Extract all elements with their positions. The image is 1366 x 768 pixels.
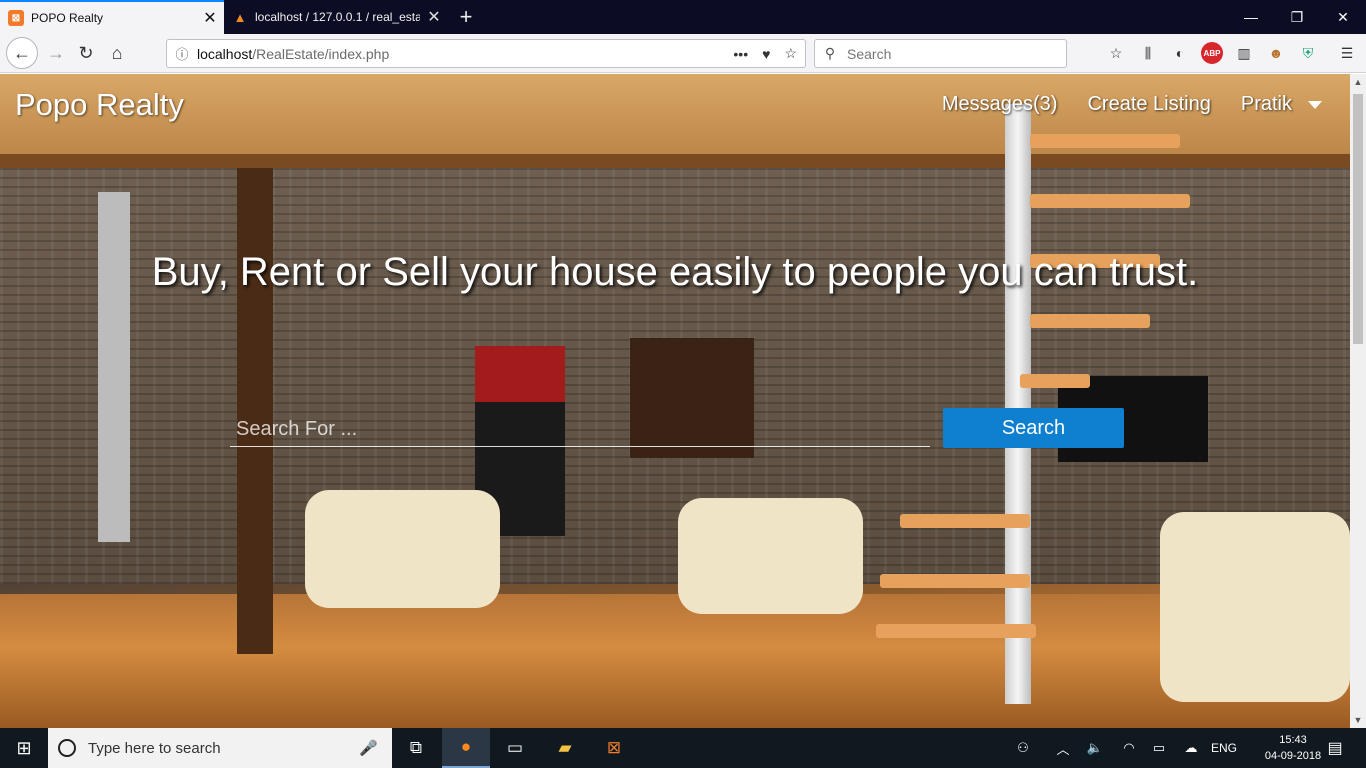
pocket-icon[interactable]: ♥ (762, 46, 770, 62)
close-window-button[interactable]: ✕ (1320, 0, 1366, 34)
nav-messages[interactable]: Messages(3) (942, 93, 1058, 116)
search-bar[interactable]: ⚲ (814, 39, 1067, 68)
extension-monkey-icon[interactable]: ☻ (1265, 42, 1287, 64)
property-search-input[interactable] (230, 413, 930, 447)
background-armchair (678, 498, 863, 614)
command-prompt-taskbar-icon[interactable]: ▭ (491, 728, 539, 768)
tab-popo-realty[interactable]: ⊠ POPO Realty ✕ (0, 0, 224, 34)
site-brand[interactable]: Popo Realty (15, 87, 184, 123)
background-stair-step (880, 574, 1030, 588)
navigation-toolbar: ← → ↻ ⌂ ⓘ localhost/RealEstate/index.php… (0, 34, 1366, 73)
minimize-button[interactable]: — (1228, 0, 1274, 34)
scrollbar-thumb[interactable] (1353, 94, 1363, 344)
site-nav: Messages(3) Create Listing Pratik (942, 93, 1322, 116)
reader-view-icon[interactable]: ▥ (1233, 42, 1255, 64)
windows-taskbar: ⊞ Type here to search 🎤 ⧉ ● ▭ ▰ ⊠ ⚇ ︿ 🔈 … (0, 728, 1366, 768)
background-stair-step (1030, 194, 1190, 208)
background-stair-step (1020, 374, 1090, 388)
show-hidden-icons-chevron-icon[interactable]: ︿ (1050, 728, 1076, 768)
page-scrollbar[interactable]: ▲ ▼ (1350, 74, 1366, 728)
firefox-taskbar-icon[interactable]: ● (442, 728, 490, 768)
taskbar-search-box[interactable]: Type here to search 🎤 (48, 728, 392, 768)
background-stair-step (1030, 134, 1180, 148)
background-stair-step (900, 514, 1030, 528)
clock-date: 04-09-2018 (1264, 750, 1322, 762)
background-stair-step (1030, 314, 1150, 328)
address-bar[interactable]: ⓘ localhost/RealEstate/index.php ••• ♥ ☆ (166, 39, 806, 68)
wifi-icon[interactable]: ◠ (1116, 728, 1142, 768)
background-radiator (98, 192, 130, 542)
reload-button[interactable]: ↻ (72, 39, 100, 67)
tab-phpmyadmin[interactable]: ▲ localhost / 127.0.0.1 / real_estat ✕ (224, 0, 448, 34)
language-indicator[interactable]: ENG (1208, 728, 1240, 768)
url-host: localhost (197, 45, 253, 62)
microphone-icon[interactable]: 🎤 (359, 739, 378, 757)
info-icon[interactable]: ⓘ (167, 44, 197, 63)
search-icon: ⚲ (824, 45, 836, 61)
bookmarks-menu-icon[interactable]: ☆ (1105, 42, 1127, 64)
home-button[interactable]: ⌂ (103, 39, 131, 67)
scroll-down-arrow-icon[interactable]: ▼ (1350, 712, 1366, 728)
windows-start-icon[interactable]: ⊞ (0, 728, 48, 768)
tab-title: POPO Realty (31, 11, 104, 25)
battery-icon[interactable]: ▭ (1146, 728, 1172, 768)
background-spiral-staircase (1005, 104, 1031, 704)
taskbar-search-placeholder: Type here to search (88, 739, 221, 757)
page-actions-icon[interactable]: ••• (733, 46, 748, 62)
nav-create-listing[interactable]: Create Listing (1087, 93, 1210, 116)
shield-extension-icon[interactable]: ⛨ (1297, 42, 1319, 64)
people-icon[interactable]: ⚇ (1010, 728, 1036, 768)
restore-button[interactable]: ❐ (1274, 0, 1320, 34)
new-tab-button[interactable]: + (452, 0, 480, 34)
scroll-up-arrow-icon[interactable]: ▲ (1350, 74, 1366, 90)
tab-title: localhost / 127.0.0.1 / real_estat (255, 10, 420, 24)
nav-user[interactable]: Pratik (1241, 93, 1292, 116)
search-input[interactable] (845, 44, 1045, 63)
close-tab-icon[interactable]: ✕ (196, 8, 224, 28)
phpmyadmin-icon: ▲ (233, 9, 247, 25)
file-explorer-taskbar-icon[interactable]: ▰ (541, 728, 589, 768)
user-dropdown-caret-icon[interactable] (1308, 100, 1322, 109)
sync-icon[interactable]: ◐ (1169, 42, 1191, 64)
library-icon[interactable]: ⫼ (1137, 42, 1159, 64)
background-wooden-post (237, 154, 273, 654)
onedrive-cloud-icon[interactable]: ☁ (1178, 728, 1204, 768)
adblock-plus-icon[interactable]: ABP (1201, 42, 1223, 64)
close-tab-icon[interactable]: ✕ (420, 7, 448, 27)
background-armchair (305, 490, 500, 608)
volume-muted-icon[interactable]: 🔈 (1082, 728, 1108, 768)
background-wooden-floor (0, 594, 1350, 728)
bookmark-star-icon[interactable]: ☆ (784, 45, 797, 62)
url-path: /RealEstate/index.php (252, 45, 390, 62)
action-center-notification-icon[interactable]: ▤ (1320, 728, 1350, 768)
background-ceiling-beam (0, 154, 1350, 168)
clock-time: 15:43 (1279, 734, 1307, 746)
cortana-icon (58, 739, 76, 757)
background-stair-step (876, 624, 1036, 638)
system-clock[interactable]: 15:43 04-09-2018 (1262, 732, 1324, 764)
hamburger-menu-icon[interactable]: ☰ (1336, 42, 1358, 64)
property-search-button[interactable]: Search (943, 408, 1124, 448)
background-ceiling (0, 74, 1350, 164)
forward-button[interactable]: → (42, 39, 70, 67)
xampp-icon: ⊠ (8, 10, 24, 26)
tab-strip: ⊠ POPO Realty ✕ ▲ localhost / 127.0.0.1 … (0, 0, 1366, 34)
page-content: Popo Realty Messages(3) Create Listing P… (0, 74, 1350, 728)
xampp-taskbar-icon[interactable]: ⊠ (590, 728, 638, 768)
task-view-icon[interactable]: ⧉ (392, 728, 440, 768)
hero-heading: Buy, Rent or Sell your house easily to p… (151, 250, 1199, 294)
background-armchair (1160, 512, 1350, 702)
back-button[interactable]: ← (6, 37, 38, 69)
